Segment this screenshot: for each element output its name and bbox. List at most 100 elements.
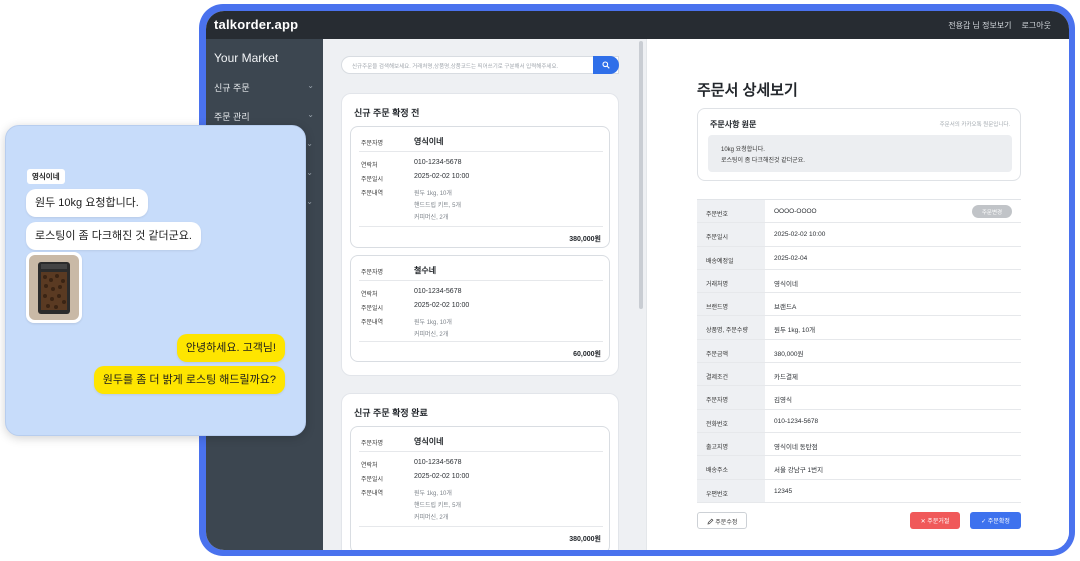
order-item: 원두 1kg, 10개 bbox=[414, 491, 452, 497]
orderer-name: 영식이네 bbox=[414, 137, 444, 146]
chevron-down-icon: ⌄ bbox=[307, 81, 314, 90]
outgoing-message: 안녕하세요. 고객님! bbox=[176, 334, 285, 362]
confirm-order-button[interactable]: ✓ 주문확정 bbox=[970, 512, 1021, 529]
detail-value: 김영식 bbox=[774, 397, 792, 405]
detail-key: 상품명, 주문수량 bbox=[697, 316, 765, 339]
detail-key: 브랜드명 bbox=[697, 293, 765, 316]
reject-order-button[interactable]: ✕ 주문거절 bbox=[910, 512, 960, 529]
detail-key: 결제조건 bbox=[697, 363, 765, 386]
orderer-label: 주문자명 bbox=[361, 441, 384, 447]
order-item: 커피머신, 2개 bbox=[414, 332, 449, 338]
detail-value: 12345 bbox=[774, 487, 793, 495]
date-label: 주문일시 bbox=[361, 306, 384, 312]
panel-pending-orders: 신규 주문 확정 전 주문자명 영식이네 연락처 010-1234-5678 주… bbox=[341, 93, 619, 376]
order-item: 핸드드립 키트, 5개 bbox=[414, 503, 461, 509]
top-links: 전용갑 님 정보보기 로그아웃 bbox=[948, 20, 1051, 31]
order-item: 원두 1kg, 10개 bbox=[414, 191, 452, 197]
detail-key: 배송주소 bbox=[697, 456, 765, 479]
orderer-name: 철수네 bbox=[414, 266, 437, 275]
divider bbox=[359, 226, 603, 227]
original-message-line: 로스팅이 좀 다크해진것 같더군요. bbox=[721, 158, 805, 164]
detail-value: 원두 1kg, 10개 bbox=[774, 327, 816, 335]
detail-key: 출고지명 bbox=[697, 432, 765, 456]
reject-order-label: 주문거절 bbox=[927, 519, 950, 525]
chevron-down-icon: ⌄ bbox=[307, 110, 314, 119]
panel-confirmed-orders: 신규 주문 확정 완료 주문자명 영식이네 연락처 010-1234-5678 … bbox=[341, 393, 619, 550]
detail-value: 380,000원 bbox=[774, 350, 804, 358]
edit-order-label: 주문수정 bbox=[715, 520, 738, 526]
panel-title: 신규 주문 확정 전 bbox=[354, 108, 420, 118]
sidebar-item-label: 신규 주문 bbox=[214, 83, 250, 93]
order-card[interactable]: 주문자명 영식이네 연락처 010-1234-5678 주문일시 2025-02… bbox=[350, 126, 610, 248]
order-item: 원두 1kg, 10개 bbox=[414, 320, 452, 326]
date-label: 주문일시 bbox=[361, 477, 384, 483]
search-placeholder: 신규주문을 검색해보세요. 거래처명,상품명,상품코드는 띄어쓰기로 구분해서 … bbox=[352, 64, 559, 70]
sidebar-title: Your Market bbox=[214, 51, 279, 65]
order-card[interactable]: 주문자명 영식이네 연락처 010-1234-5678 주문일시 2025-02… bbox=[350, 426, 610, 550]
page-title: 주문서 상세보기 bbox=[697, 82, 798, 99]
confirm-order-label: 주문확정 bbox=[987, 519, 1010, 525]
sidebar-item-new-orders[interactable]: 신규 주문 ⌄ bbox=[214, 81, 314, 94]
chat-sender-name: 영식이네 bbox=[27, 169, 65, 184]
original-message-title: 주문사항 원문 bbox=[710, 120, 757, 129]
detail-key: 주문자명 bbox=[697, 386, 765, 409]
contact-value: 010-1234-5678 bbox=[414, 459, 462, 466]
original-message-content: 10kg 요청합니다. 로스팅이 좀 다크해진것 같더군요. bbox=[708, 135, 1012, 172]
detail-value: OOOO-OOOO bbox=[774, 208, 817, 215]
divider bbox=[359, 341, 603, 342]
divider bbox=[359, 151, 603, 152]
sidebar-item-label: 주문 관리 bbox=[214, 112, 250, 122]
date-value: 2025-02-02 10:00 bbox=[414, 302, 470, 309]
detail-row: 주문자명 김영식 bbox=[697, 386, 1021, 410]
top-bar: talkorder.app 전용갑 님 정보보기 로그아웃 bbox=[206, 11, 1069, 39]
items-label: 주문내역 bbox=[361, 320, 384, 326]
detail-row: 주문일시 2025-02-02 10:00 bbox=[697, 223, 1021, 247]
detail-value: 카드결제 bbox=[774, 374, 798, 382]
detail-value: 서울 강남구 1번지 bbox=[774, 467, 824, 475]
contact-label: 연락처 bbox=[361, 163, 378, 169]
detail-value: 브랜드A bbox=[774, 304, 797, 312]
coffee-bean-image bbox=[29, 255, 79, 320]
chevron-down-icon[interactable]: ⌄ bbox=[306, 168, 313, 177]
original-message-box: 주문사항 원문 주문서의 카카오톡 원문입니다. 10kg 요청합니다. 로스팅… bbox=[697, 108, 1021, 181]
sidebar-item-order-management[interactable]: 주문 관리 ⌄ bbox=[214, 110, 314, 123]
date-label: 주문일시 bbox=[361, 177, 384, 183]
contact-value: 010-1234-5678 bbox=[414, 159, 462, 166]
chevron-down-icon[interactable]: ⌄ bbox=[306, 139, 313, 148]
order-item: 핸드드립 키트, 5개 bbox=[414, 203, 461, 209]
contact-label: 연락처 bbox=[361, 292, 378, 298]
pencil-icon bbox=[707, 518, 714, 525]
edit-order-button[interactable]: 주문수정 bbox=[697, 512, 747, 529]
detail-key: 거래처명 bbox=[697, 269, 765, 293]
incoming-message: 로스팅이 좀 다크해진 것 같더군요. bbox=[26, 222, 201, 250]
orderer-label: 주문자명 bbox=[361, 270, 384, 276]
contact-value: 010-1234-5678 bbox=[414, 288, 462, 295]
divider bbox=[359, 526, 603, 527]
status-badge[interactable]: 주문변경 bbox=[972, 205, 1012, 218]
order-card[interactable]: 주문자명 철수네 연락처 010-1234-5678 주문일시 2025-02-… bbox=[350, 255, 610, 362]
kakao-chat-window: 영식이네 원두 10kg 요청합니다. 로스팅이 좀 다크해진 것 같더군요. … bbox=[5, 125, 306, 436]
search-input[interactable]: 신규주문을 검색해보세요. 거래처명,상품명,상품코드는 띄어쓰기로 구분해서 … bbox=[341, 56, 619, 74]
close-icon: ✕ bbox=[920, 519, 926, 525]
account-info-link[interactable]: 전용갑 님 정보보기 bbox=[948, 20, 1011, 31]
original-message-note: 주문서의 카카오톡 원문입니다. bbox=[939, 122, 1010, 128]
order-list-scrollbar[interactable] bbox=[639, 41, 643, 309]
detail-row: 출고지명 영식이네 동탄점 bbox=[697, 432, 1021, 457]
chevron-down-icon[interactable]: ⌄ bbox=[306, 197, 313, 206]
order-item: 커피머신, 2개 bbox=[414, 515, 449, 521]
detail-row: 거래처명 영식이네 bbox=[697, 269, 1021, 294]
order-item: 커피머신, 2개 bbox=[414, 215, 449, 221]
search-button[interactable] bbox=[593, 56, 619, 74]
detail-row: 우편번호 12345 bbox=[697, 479, 1021, 503]
orderer-name: 영식이네 bbox=[414, 437, 444, 446]
coffee-bean-photo[interactable] bbox=[26, 252, 82, 323]
logout-link[interactable]: 로그아웃 bbox=[1022, 20, 1051, 31]
order-list-column: 신규주문을 검색해보세요. 거래처명,상품명,상품코드는 띄어쓰기로 구분해서 … bbox=[323, 39, 646, 550]
contact-label: 연락처 bbox=[361, 463, 378, 469]
outgoing-message: 원두를 좀 더 밝게 로스팅 해드릴까요? bbox=[93, 366, 285, 394]
app-window: talkorder.app 전용갑 님 정보보기 로그아웃 Your Marke… bbox=[206, 11, 1069, 550]
brand-logo[interactable]: talkorder.app bbox=[214, 17, 298, 32]
order-total: 380,000원 bbox=[569, 536, 601, 543]
original-message-line: 10kg 요청합니다. bbox=[721, 147, 765, 153]
detail-key: 전화번호 bbox=[697, 409, 765, 432]
